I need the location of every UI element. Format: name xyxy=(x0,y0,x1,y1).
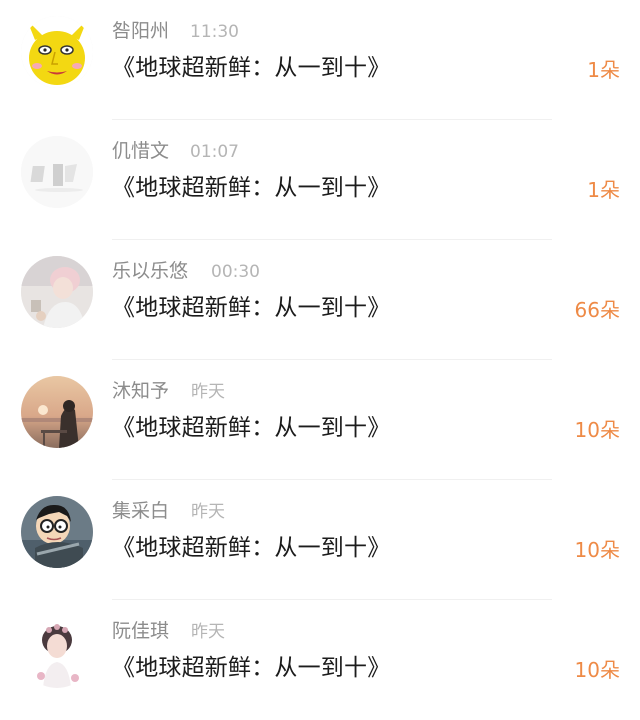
avatar[interactable] xyxy=(21,16,93,88)
comment-time: 00:30 xyxy=(211,262,260,282)
yellow-cartoon-face-icon xyxy=(21,16,93,88)
woman-portrait-icon xyxy=(21,616,93,688)
list-item[interactable]: 乐以乐悠 00:30 《地球超新鲜：从一到十》 66朵 xyxy=(0,240,640,360)
flower-count: 66朵 xyxy=(574,298,620,322)
avatar[interactable] xyxy=(21,616,93,688)
user-name[interactable]: 仉惜文 xyxy=(112,138,169,164)
flower-count: 10朵 xyxy=(574,538,620,562)
flower-count: 1朵 xyxy=(587,58,620,82)
list-item[interactable]: 集采白 昨天 《地球超新鲜：从一到十》 10朵 xyxy=(0,480,640,600)
comment-list: 咎阳州 11:30 《地球超新鲜：从一到十》 1朵 仉惜文 01:07 《地球超… xyxy=(0,0,640,708)
comment-time: 昨天 xyxy=(191,382,225,402)
cartoon-boy-icon xyxy=(21,496,93,568)
flower-count: 10朵 xyxy=(574,658,620,682)
user-name[interactable]: 乐以乐悠 xyxy=(112,258,188,284)
avatar[interactable] xyxy=(21,136,93,208)
avatar[interactable] xyxy=(21,496,93,568)
avatar[interactable] xyxy=(21,256,93,328)
user-name[interactable]: 阮佳琪 xyxy=(112,618,169,644)
person-photo-icon xyxy=(21,256,93,328)
user-name[interactable]: 集采白 xyxy=(112,498,169,524)
comment-time: 昨天 xyxy=(191,502,225,522)
list-item[interactable]: 阮佳琪 昨天 《地球超新鲜：从一到十》 10朵 xyxy=(0,600,640,720)
flower-count: 10朵 xyxy=(574,418,620,442)
flower-count: 1朵 xyxy=(587,178,620,202)
comment-content: 《地球超新鲜：从一到十》 xyxy=(112,55,391,81)
user-name[interactable]: 沐知予 xyxy=(112,378,169,404)
grey-abstract-icon xyxy=(21,136,93,208)
comment-content: 《地球超新鲜：从一到十》 xyxy=(112,175,391,201)
comment-content: 《地球超新鲜：从一到十》 xyxy=(112,295,391,321)
comment-time: 01:07 xyxy=(190,142,239,162)
comment-time: 昨天 xyxy=(191,622,225,642)
comment-content: 《地球超新鲜：从一到十》 xyxy=(112,535,391,561)
user-name[interactable]: 咎阳州 xyxy=(112,18,169,44)
sunset-photo-icon xyxy=(21,376,93,448)
comment-content: 《地球超新鲜：从一到十》 xyxy=(112,655,391,681)
list-item[interactable]: 沐知予 昨天 《地球超新鲜：从一到十》 10朵 xyxy=(0,360,640,480)
list-item[interactable]: 咎阳州 11:30 《地球超新鲜：从一到十》 1朵 xyxy=(0,0,640,120)
comment-time: 11:30 xyxy=(190,22,239,42)
avatar[interactable] xyxy=(21,376,93,448)
list-item[interactable]: 仉惜文 01:07 《地球超新鲜：从一到十》 1朵 xyxy=(0,120,640,240)
comment-content: 《地球超新鲜：从一到十》 xyxy=(112,415,391,441)
